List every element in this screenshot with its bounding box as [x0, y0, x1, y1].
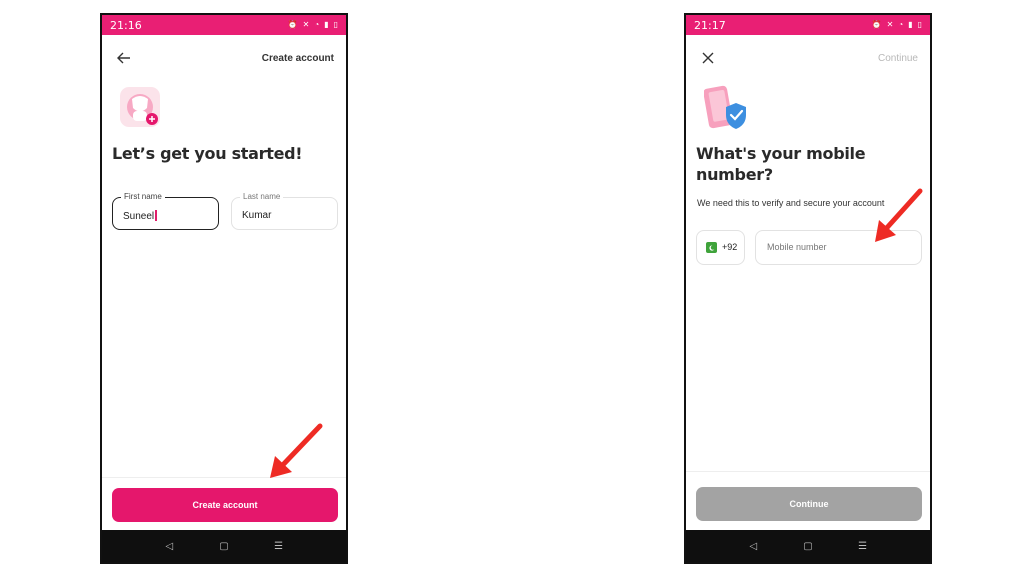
battery-icon: ▯: [917, 20, 922, 29]
red-arrow-annotation: [270, 423, 323, 478]
status-time: 21:16: [110, 18, 142, 32]
page-title-line-2: number?: [696, 165, 773, 184]
signal-icon: ▮: [908, 20, 913, 29]
status-bar: 21:16 ⏰ ✕ ◔ ▮ ▯: [102, 15, 346, 35]
first-name-field[interactable]: First name Suneel: [112, 192, 219, 230]
alarm-icon: ⏰: [287, 20, 298, 29]
page-title-line-1: What's your mobile: [696, 144, 866, 163]
red-arrow-annotation: [875, 188, 923, 242]
status-time: 21:17: [694, 18, 726, 32]
create-account-button[interactable]: Create account: [112, 488, 338, 522]
nav-recents-icon[interactable]: ☰: [853, 541, 873, 552]
mobile-number-placeholder: Mobile number: [767, 242, 827, 252]
wifi-icon: ◔: [898, 20, 904, 29]
nav-recents-icon[interactable]: ☰: [269, 541, 289, 552]
wifi-icon: ◔: [314, 20, 320, 29]
mute-icon: ✕: [886, 20, 894, 29]
country-code-value: +92: [722, 242, 738, 252]
battery-icon: ▯: [333, 20, 338, 29]
mute-icon: ✕: [302, 20, 310, 29]
page-title: What's your mobile number?: [696, 143, 866, 185]
continue-button[interactable]: Continue: [696, 487, 922, 521]
text-cursor: [155, 210, 157, 221]
first-name-label: First name: [121, 192, 165, 202]
nav-home-icon[interactable]: ▢: [798, 541, 818, 552]
first-name-value[interactable]: Suneel: [123, 210, 157, 222]
continue-link[interactable]: Continue: [878, 53, 918, 64]
user-add-icon: [120, 87, 162, 129]
create-account-screen: 21:16 ⏰ ✕ ◔ ▮ ▯ Create account Let’s get…: [100, 13, 348, 564]
system-nav-bar: ◁ ▢ ☰: [686, 530, 930, 562]
country-code-selector[interactable]: +92: [696, 230, 745, 265]
page-subtitle: We need this to verify and secure your a…: [697, 198, 885, 208]
close-icon[interactable]: [698, 48, 718, 68]
nav-back-icon[interactable]: ◁: [743, 541, 763, 552]
mobile-number-screen: 21:17 ⏰ ✕ ◔ ▮ ▯ Continue What's your mob…: [684, 13, 932, 564]
footer-divider: [686, 471, 930, 472]
last-name-value[interactable]: Kumar: [242, 210, 271, 221]
last-name-field[interactable]: Last name Kumar: [231, 192, 338, 230]
phone-shield-icon: [703, 85, 746, 129]
app-bar: Create account: [102, 45, 346, 71]
nav-back-icon[interactable]: ◁: [159, 541, 179, 552]
arrow-left-icon[interactable]: [114, 48, 134, 68]
last-name-label: Last name: [240, 192, 284, 202]
status-icons: ⏰ ✕ ◔ ▮ ▯: [872, 20, 922, 30]
page-title: Let’s get you started!: [112, 144, 303, 163]
nav-home-icon[interactable]: ▢: [214, 541, 234, 552]
pakistan-flag-icon: [706, 242, 717, 253]
create-account-link[interactable]: Create account: [262, 53, 334, 64]
signal-icon: ▮: [324, 20, 329, 29]
system-nav-bar: ◁ ▢ ☰: [102, 530, 346, 562]
status-icons: ⏰ ✕ ◔ ▮ ▯: [288, 20, 338, 30]
alarm-icon: ⏰: [871, 20, 882, 29]
status-bar: 21:17 ⏰ ✕ ◔ ▮ ▯: [686, 15, 930, 35]
app-bar: Continue: [686, 45, 930, 71]
